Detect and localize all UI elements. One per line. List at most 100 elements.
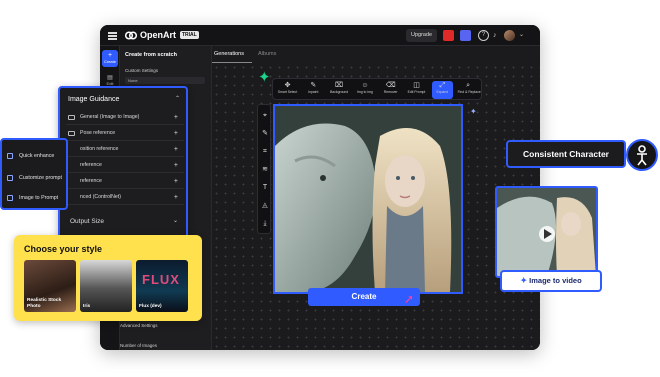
layers-tool-icon[interactable]: ≋ — [260, 165, 270, 175]
image-icon — [68, 115, 75, 120]
crop-tool-icon[interactable]: ⌗ — [260, 147, 270, 157]
customize-prompt-item[interactable]: Customize prompt — [7, 174, 62, 182]
plus-icon[interactable]: + — [174, 158, 178, 173]
discord-icon[interactable] — [460, 30, 471, 41]
generated-image[interactable] — [273, 104, 463, 294]
image-to-prompt-item[interactable]: Image to Prompt — [7, 194, 58, 202]
quick-item-label: Quick enhance — [19, 153, 55, 159]
help-icon[interactable]: ? — [478, 30, 489, 41]
person-icon[interactable] — [626, 139, 658, 171]
plus-icon: + — [107, 52, 113, 59]
vertical-toolbar: ⌖ ✎ ⌗ ≋ T ◬ ⤓ — [257, 104, 271, 234]
style-card-label: Realistic Stock Photo — [27, 298, 62, 309]
guidance-row-label: reference — [80, 178, 102, 184]
collapse-icon[interactable]: ⌃ — [175, 95, 180, 102]
guidance-row-label: General (Image to Image) — [80, 114, 140, 120]
tool-label: Remover — [383, 90, 398, 94]
guidance-row[interactable]: nced (ControlNet) + — [66, 190, 184, 205]
tool-find-replace[interactable]: ⌕ Find & Replace — [457, 81, 481, 99]
tool-icon: ⤢ — [439, 82, 446, 89]
guidance-row-label: Pose reference — [80, 130, 116, 136]
bell-icon[interactable]: ♪ — [493, 30, 504, 41]
guidance-row[interactable]: reference + — [66, 174, 184, 189]
tool-label: Find & Replace — [457, 90, 481, 94]
tool-inpaint[interactable]: ✎ Inpaint — [303, 81, 324, 99]
trial-badge: TRIAL — [180, 31, 199, 39]
edit-nav-button[interactable]: ▤ Edit — [103, 74, 117, 86]
guidance-row-label: osition reference — [80, 146, 119, 152]
quick-enhance-item[interactable]: Quick enhance — [7, 152, 54, 160]
tab-albums[interactable]: Albums — [258, 51, 276, 57]
tool-icon: ✥ — [284, 82, 291, 89]
tool-img-to-img[interactable]: ☺ Img to img — [354, 81, 375, 99]
plus-icon[interactable]: + — [174, 142, 178, 157]
plus-icon[interactable]: + — [174, 174, 178, 189]
tool-icon: ⌫ — [385, 82, 396, 89]
tool-remover[interactable]: ⌫ Remover — [380, 81, 401, 99]
tool-smart-select[interactable]: ✥ Smart Select — [277, 81, 298, 99]
sparkle-small-icon: ✦ — [470, 107, 477, 116]
custom-settings-label: Custom Settings — [125, 68, 159, 73]
tool-label: Edit Prompt — [407, 90, 426, 94]
guidance-row[interactable]: General (Image to Image) + — [66, 110, 184, 125]
guidance-row-label: reference — [80, 162, 102, 168]
quick-item-label: Customize prompt — [19, 175, 62, 181]
style-card-label: Iris — [83, 303, 91, 309]
sparkle-icon — [7, 175, 13, 181]
plus-icon[interactable]: + — [174, 190, 178, 205]
image-to-video-button[interactable]: ✦ Image to video — [500, 270, 602, 292]
download-tool-icon[interactable]: ⤓ — [260, 219, 270, 229]
video-thumbnail[interactable] — [495, 186, 598, 278]
plus-icon[interactable]: + — [174, 110, 178, 125]
avatar[interactable] — [504, 30, 515, 41]
tool-background[interactable]: ⌧ Background — [329, 81, 350, 99]
tool-icon: ☺ — [361, 82, 369, 89]
style-card[interactable]: Realistic Stock Photo — [24, 260, 76, 312]
tool-expand[interactable]: ⤢ Expand — [431, 81, 453, 99]
tool-label: Img to img — [356, 90, 373, 94]
output-size-label: Output Size — [70, 218, 104, 225]
consistent-character-badge[interactable]: Consistent Character — [506, 140, 626, 168]
custom-settings-select[interactable]: None — [125, 77, 205, 84]
tool-icon: ◫ — [413, 82, 420, 89]
menu-icon[interactable] — [108, 32, 117, 34]
number-of-images-label: Number of Images — [120, 343, 158, 348]
custom-settings-value: None — [128, 78, 138, 83]
style-chooser-title: Choose your style — [24, 244, 103, 254]
youtube-icon[interactable] — [443, 30, 454, 41]
create-nav-button[interactable]: + Create — [102, 50, 118, 67]
text-tool-icon[interactable]: T — [260, 183, 270, 193]
style-card[interactable]: Iris — [80, 260, 132, 312]
advanced-settings-label[interactable]: Advanced Settings — [120, 323, 158, 328]
tool-label: Smart Select — [277, 90, 298, 94]
guidance-row[interactable]: Pose reference + — [66, 126, 184, 141]
edit-toolbar: ✥ Smart Select ✎ Inpaint ⌧ Background ☺ Img to … — [272, 78, 482, 100]
openart-logo-icon — [125, 31, 137, 40]
guidance-row[interactable]: osition reference + — [66, 142, 184, 157]
style-chooser: Choose your style Realistic Stock Photo … — [14, 235, 202, 321]
shapes-tool-icon[interactable]: ◬ — [260, 201, 270, 211]
pen-tool-icon[interactable]: ✎ — [260, 129, 270, 139]
tab-generations[interactable]: Generations — [214, 51, 244, 57]
upgrade-button[interactable]: Upgrade — [406, 29, 438, 42]
create-nav-label: Create — [103, 59, 116, 64]
image-guidance-panel: Image Guidance ⌃ General (Image to Image… — [58, 86, 188, 258]
sparkle-icon: ✦ — [258, 69, 271, 86]
guidance-row[interactable]: reference + — [66, 158, 184, 173]
tool-label: Expand — [436, 90, 449, 94]
quick-actions-panel: Quick enhance Customize prompt Image to … — [0, 138, 68, 210]
guidance-row-label: nced (ControlNet) — [80, 194, 121, 200]
tool-icon: ⌕ — [466, 82, 471, 89]
output-size-row[interactable]: Output Size ⌄ — [66, 214, 184, 229]
enhance-icon — [7, 153, 13, 159]
select-tool-icon[interactable]: ⌖ — [260, 111, 270, 121]
tool-edit-prompt[interactable]: ◫ Edit Prompt — [406, 81, 427, 99]
cursor-icon: ➚ — [404, 292, 415, 306]
style-card[interactable]: FLUX Flux (dev) — [136, 260, 188, 312]
style-card-label: Flux (dev) — [139, 303, 162, 309]
chevron-down-icon: ⌄ — [172, 218, 178, 224]
chevron-down-icon[interactable]: ⌄ — [519, 30, 530, 41]
flux-logo-text: FLUX — [142, 272, 180, 287]
settings-title: Create from scratch — [125, 52, 177, 58]
plus-icon[interactable]: + — [174, 126, 178, 141]
